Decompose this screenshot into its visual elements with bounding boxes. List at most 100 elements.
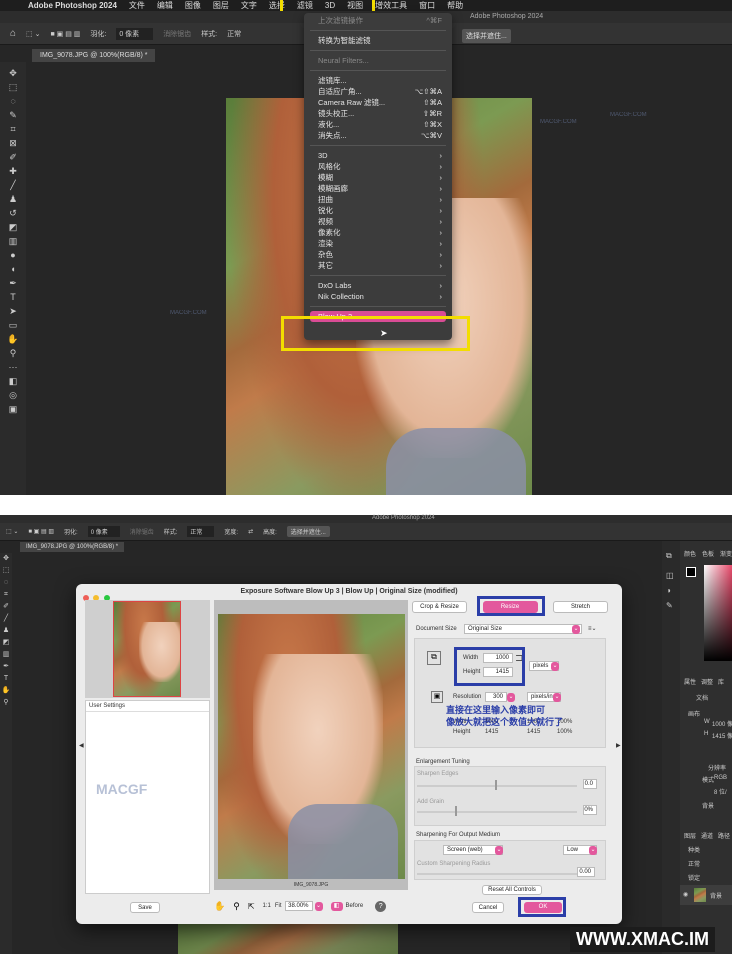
kind-filter[interactable]: 种类 xyxy=(688,845,700,854)
comment-icon[interactable]: ◫ xyxy=(666,571,676,580)
filter-menu-item[interactable]: DxO Labs › xyxy=(304,280,452,291)
marquee-icon[interactable]: ⬚ ⌄ xyxy=(26,30,40,38)
filter-menu-item[interactable]: Neural Filters... xyxy=(304,55,452,66)
brush-tool-icon[interactable]: ╱ xyxy=(6,178,20,192)
tab-gradients[interactable]: 渐变 xyxy=(720,549,732,558)
quick-select-icon[interactable]: ✎ xyxy=(6,108,20,122)
shape-tool-icon[interactable]: ▭ xyxy=(6,318,20,332)
medium-stepper[interactable]: ⌄ xyxy=(495,846,503,855)
feather-input[interactable]: 0 像素 xyxy=(87,526,120,537)
filter-menu-item[interactable]: 自适应广角... ⌥⇧⌘A xyxy=(304,86,452,97)
thumbnail-image[interactable] xyxy=(113,601,181,697)
hand-icon[interactable]: ✋ xyxy=(214,901,225,912)
mode-value[interactable]: RGB xyxy=(714,775,727,781)
selection-mode-icons[interactable]: ■ ▣ ▤ ▥ xyxy=(50,30,80,38)
sharpen-thumb[interactable] xyxy=(495,780,497,790)
gradient-icon[interactable]: ▥ xyxy=(6,234,20,248)
save-button[interactable]: Save xyxy=(130,902,160,913)
resolution-stepper[interactable]: ⌄ xyxy=(507,693,515,702)
pointer-icon[interactable]: ⇱ xyxy=(248,902,255,911)
filter-menu-item[interactable]: 视频 › xyxy=(304,216,452,227)
selection-mode-icons[interactable]: ■ ▣ ▤ ▥ xyxy=(28,528,54,535)
more-tools-icon[interactable]: ··· xyxy=(6,360,20,374)
filter-menu-item[interactable]: 扭曲 › xyxy=(304,194,452,205)
filter-menu-item[interactable]: Nik Collection › xyxy=(304,291,452,302)
medium-select[interactable]: Screen (web) xyxy=(443,845,503,855)
screen-mode-icon[interactable]: ▣ xyxy=(6,402,20,416)
brush-panel-icon[interactable]: ✎ xyxy=(666,601,676,610)
tab-stretch[interactable]: Stretch xyxy=(553,601,608,613)
eyedropper-icon[interactable]: ✐ xyxy=(1,601,11,613)
hand-tool-icon[interactable]: ✋ xyxy=(1,685,11,697)
filter-menu-item[interactable]: 风格化 › xyxy=(304,161,452,172)
reset-all-button[interactable]: Reset All Controls xyxy=(482,885,542,895)
marquee-icon[interactable]: ⬚ ⌄ xyxy=(6,528,18,535)
zoom-tool-icon[interactable]: ⚲ xyxy=(1,697,11,709)
adjust-icon[interactable]: ◑ xyxy=(666,586,676,595)
sharpen-field[interactable]: 0.0 xyxy=(583,779,597,789)
eraser-icon[interactable]: ◩ xyxy=(1,637,11,649)
grain-slider[interactable] xyxy=(417,811,577,813)
tab-channels[interactable]: 通道 xyxy=(701,831,713,840)
filter-menu-item[interactable]: 像素化 › xyxy=(304,227,452,238)
compare-icon[interactable]: ◧ xyxy=(330,901,343,911)
tab-crop-resize[interactable]: Crop & Resize xyxy=(412,601,467,613)
type-tool-icon[interactable]: T xyxy=(6,290,20,304)
pen-tool-icon[interactable]: ✒ xyxy=(1,661,11,673)
menu-plugins[interactable]: 增效工具 xyxy=(375,0,407,11)
unit-stepper[interactable]: ⌄ xyxy=(551,662,559,671)
menu-edit[interactable]: 编辑 xyxy=(157,0,173,11)
stamp-tool-icon[interactable]: ♟ xyxy=(1,625,11,637)
color-field[interactable] xyxy=(704,565,732,661)
type-tool-icon[interactable]: T xyxy=(1,673,11,685)
fit-label[interactable]: Fit xyxy=(275,903,282,909)
tab-swatches[interactable]: 色板 xyxy=(702,549,714,558)
tab-color[interactable]: 颜色 xyxy=(684,549,696,558)
hand-tool-icon[interactable]: ✋ xyxy=(6,332,20,346)
color-swatches-icon[interactable]: ◧ xyxy=(6,374,20,388)
tab-libraries[interactable]: 库 xyxy=(718,677,724,686)
filter-menu-item[interactable]: 3D › xyxy=(304,150,452,161)
gradient-icon[interactable]: ▥ xyxy=(1,649,11,661)
grain-thumb[interactable] xyxy=(455,806,457,816)
stamp-tool-icon[interactable]: ♟ xyxy=(6,192,20,206)
right-arrow-icon[interactable]: ▶ xyxy=(616,742,621,749)
filter-menu-item[interactable]: 杂色 › xyxy=(304,249,452,260)
antialias-checkbox[interactable]: 消除锯齿 xyxy=(163,29,191,39)
home-icon[interactable]: ⌂ xyxy=(10,28,16,39)
filter-menu-item[interactable]: 转换为智能滤镜 xyxy=(304,35,452,46)
resolution-unit-stepper[interactable]: ⌄ xyxy=(553,693,561,702)
radius-slider[interactable] xyxy=(417,873,577,875)
brush-tool-icon[interactable]: ╱ xyxy=(1,613,11,625)
left-arrow-icon[interactable]: ◀ xyxy=(79,742,84,749)
zoom-field[interactable]: 38.00% xyxy=(284,901,313,911)
tab-properties[interactable]: 属性 xyxy=(684,677,696,686)
swap-icon[interactable]: ⇄ xyxy=(248,528,253,535)
tab-adjustments[interactable]: 调整 xyxy=(701,677,713,686)
h-value[interactable]: 1415 像 xyxy=(712,731,732,740)
filter-menu-item[interactable]: Camera Raw 滤镜... ⇧⌘A xyxy=(304,97,452,108)
lasso-tool-icon[interactable]: ◌ xyxy=(6,94,20,108)
tab-layers[interactable]: 图层 xyxy=(684,831,696,840)
style-select[interactable]: 正常 xyxy=(187,526,215,537)
menu-file[interactable]: 文件 xyxy=(129,0,145,11)
one-to-one[interactable]: 1:1 xyxy=(263,903,271,909)
menu-image[interactable]: 图像 xyxy=(185,0,201,11)
filter-menu-item[interactable]: 上次滤镜操作 ^⌘F xyxy=(304,15,452,26)
fg-bg-swatch[interactable] xyxy=(686,567,696,577)
medium-level-stepper[interactable]: ⌄ xyxy=(589,846,597,855)
radius-field[interactable]: 0.00 xyxy=(577,867,595,877)
marquee-tool-icon[interactable]: ⬚ xyxy=(6,80,20,94)
menu-app[interactable]: Adobe Photoshop 2024 xyxy=(28,1,117,10)
quick-mask-icon[interactable]: ◎ xyxy=(6,388,20,402)
antialias-checkbox[interactable]: 消除锯齿 xyxy=(130,527,154,536)
filter-menu-item[interactable]: 滤镜库... xyxy=(304,75,452,86)
filter-menu-item[interactable]: 其它 › xyxy=(304,260,452,271)
history-brush-icon[interactable]: ↺ xyxy=(6,206,20,220)
document-size-stepper[interactable]: ⌄ xyxy=(572,625,580,634)
help-icon[interactable]: ? xyxy=(375,900,387,912)
document-size-select[interactable]: Original Size xyxy=(464,624,582,634)
filter-menu-item[interactable]: 渲染 › xyxy=(304,238,452,249)
frame-tool-icon[interactable]: ⊠ xyxy=(6,136,20,150)
tab-paths[interactable]: 路径 xyxy=(718,831,730,840)
